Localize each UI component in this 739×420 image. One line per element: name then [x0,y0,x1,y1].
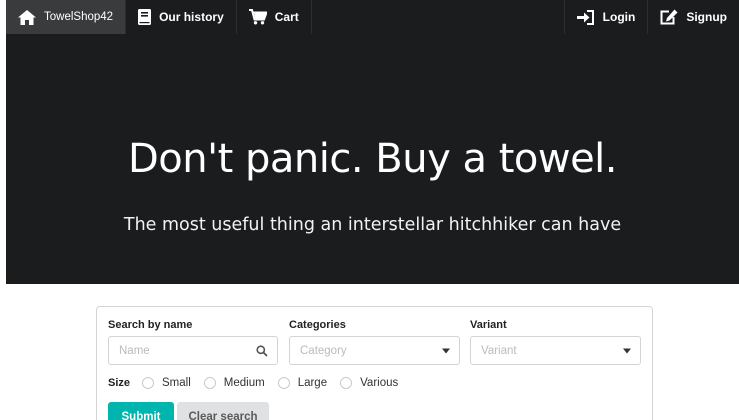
search-name-placeholder: Name [119,344,150,357]
search-icon [256,344,268,357]
categories-label: Categories [289,319,346,331]
edit-icon [660,9,678,25]
size-option-label: Various [360,377,399,389]
nav-history-link[interactable]: Our history [126,0,237,34]
size-option-label: Large [297,377,328,389]
size-radio[interactable] [142,377,155,389]
nav-history-label: Our history [159,10,224,24]
sign-in-icon [576,9,595,25]
hero-subtitle: The most useful thing an interstellar hi… [123,215,622,235]
size-option-various[interactable]: Various [340,377,398,389]
search-name-label: Search by name [108,319,193,331]
nav-signup-link[interactable]: Signup [647,0,739,34]
nav-login-link[interactable]: Login [563,0,648,34]
variant-dropdown[interactable]: Variant [470,336,641,365]
book-icon [138,9,152,25]
size-label: Size [108,377,131,389]
nav-home-link[interactable]: TowelShop42 [6,0,127,34]
submit-button[interactable]: Submit [108,402,174,420]
size-radio[interactable] [277,377,290,389]
home-icon [18,9,36,25]
nav-signup-label: Signup [686,10,727,24]
categories-field: Categories Category [289,319,460,365]
size-option-medium[interactable]: Medium [203,377,265,389]
search-name-input[interactable]: Name [108,336,278,365]
size-radio[interactable] [340,377,353,389]
categories-dropdown[interactable]: Category [289,336,460,365]
nav-brand-label: TowelShop42 [44,11,114,23]
variant-label: Variant [470,319,507,331]
variant-placeholder: Variant [481,344,517,357]
hero-title: Don't panic. Buy a towel. [127,136,618,182]
size-option-large[interactable]: Large [277,377,328,389]
hero-banner: Don't panic. Buy a towel. The most usefu… [6,34,739,284]
size-option-label: Small [162,377,191,389]
size-radio[interactable] [203,377,216,389]
caret-down-icon [623,348,631,353]
nav-cart-label: Cart [274,10,299,24]
categories-placeholder: Category [300,344,347,357]
size-filter: Size Small Medium Large Various [108,377,411,389]
caret-down-icon [442,348,450,353]
size-option-label: Medium [223,377,265,389]
clear-search-button[interactable]: Clear search [177,402,269,420]
search-name-field: Search by name Name [108,319,278,365]
nav-login-label: Login [602,10,636,24]
size-option-small[interactable]: Small [142,377,191,389]
nav-cart-link[interactable]: Cart [237,0,312,34]
variant-field: Variant Variant [470,319,641,365]
top-navbar: TowelShop42 Our history Cart Login Signu… [6,0,739,34]
cart-icon [248,9,267,25]
search-panel: Search by name Name Categories Category … [96,306,653,420]
